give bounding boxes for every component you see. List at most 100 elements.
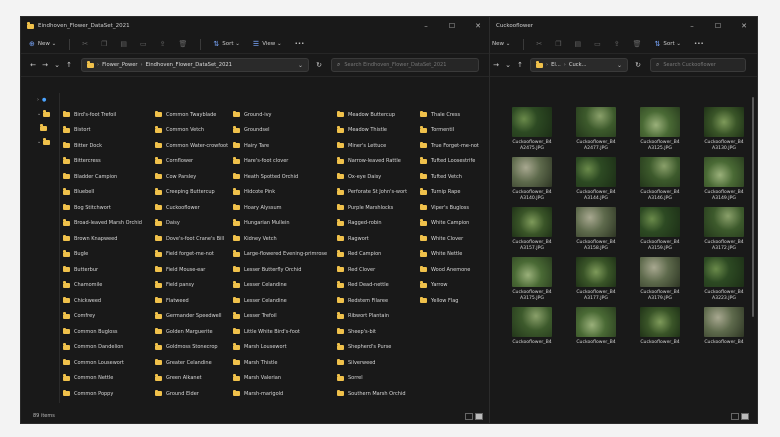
sort-button[interactable]: ⇅ Sort ⌄ — [655, 40, 682, 48]
folder-item[interactable]: Red Clover — [337, 262, 420, 278]
folder-item[interactable]: Marsh Thistle — [233, 355, 337, 371]
folder-item[interactable]: Flatweed — [155, 293, 233, 309]
folder-item[interactable]: Field Mouse-ear — [155, 262, 233, 278]
folder-item[interactable]: Bugle — [63, 247, 155, 263]
delete-button[interactable]: 🗑 — [633, 40, 642, 48]
file-thumbnail[interactable]: Cuckooflower_B4 — [694, 307, 754, 346]
folder-item[interactable]: Yellow Flag — [420, 293, 480, 309]
minimize-button[interactable]: – — [679, 22, 705, 30]
folder-item[interactable]: Dove's-foot Crane's Bill — [155, 231, 233, 247]
address-bar[interactable]: › El... › Cuck... ⌄ — [530, 58, 628, 72]
folder-item[interactable]: Thale Cress — [420, 107, 480, 123]
file-thumbnail[interactable]: Cuckooflower_B4 A3158.JPG — [566, 207, 626, 252]
folder-item[interactable]: Common Water-crowfoot — [155, 138, 233, 154]
folder-item[interactable]: Cornflower — [155, 154, 233, 170]
folder-item[interactable]: Green Alkanet — [155, 371, 233, 387]
folder-item[interactable]: Ground-ivy — [233, 107, 337, 123]
folder-item[interactable]: Viper's Bugloss — [420, 200, 480, 216]
folder-item[interactable]: Chamomile — [63, 278, 155, 294]
file-thumbnail[interactable]: Cuckooflower_B4 A2477.JPG — [566, 107, 626, 152]
search-box[interactable]: ⌕ Search Cuckooflower — [650, 58, 746, 72]
copy-button[interactable]: ❐ — [555, 40, 561, 48]
folder-item[interactable]: Bitter Dock — [63, 138, 155, 154]
folder-item[interactable]: Little White Bird's-foot — [233, 324, 337, 340]
folder-item[interactable]: Miner's Lettuce — [337, 138, 420, 154]
folder-item[interactable]: Ox-eye Daisy — [337, 169, 420, 185]
recent-dropdown[interactable]: ⌄ — [51, 61, 63, 69]
folder-item[interactable]: Marsh Lousewort — [233, 340, 337, 356]
folder-item[interactable]: Chickweed — [63, 293, 155, 309]
folder-item[interactable]: Ground Elder — [155, 386, 233, 402]
new-button[interactable]: New ⌄ — [492, 41, 510, 47]
folder-item[interactable]: Greater Celandine — [155, 355, 233, 371]
folder-item[interactable]: Golden Marguerite — [155, 324, 233, 340]
file-thumbnail[interactable]: Cuckooflower_B4 A2475.JPG — [502, 107, 562, 152]
folder-item[interactable]: Bluebell — [63, 185, 155, 201]
folder-item[interactable]: Southern Marsh Orchid — [337, 386, 420, 402]
folder-item[interactable]: Creeping Buttercup — [155, 185, 233, 201]
address-dropdown[interactable]: ⌄ — [617, 62, 622, 69]
forward-button[interactable]: → — [39, 61, 51, 69]
folder-item[interactable]: Large-flowered Evening-primrose — [233, 247, 337, 263]
file-thumbnail[interactable]: Cuckooflower_B4 A3177.JPG — [566, 257, 626, 302]
folder-item[interactable]: Shepherd's Purse — [337, 340, 420, 356]
folder-item[interactable]: Germander Speedwell — [155, 309, 233, 325]
cut-button[interactable]: ✂ — [82, 40, 88, 48]
folder-item[interactable]: Broad-leaved Marsh Orchid — [63, 216, 155, 232]
folder-item[interactable]: Red Campion — [337, 247, 420, 263]
file-thumbnail[interactable]: Cuckooflower_B4 A3159.JPG — [630, 207, 690, 252]
breadcrumb-cuckooflower[interactable]: Cuck... — [569, 62, 587, 68]
folder-item[interactable]: Turnip Rape — [420, 185, 480, 201]
folder-item[interactable]: Lesser Celandine — [233, 278, 337, 294]
folder-item[interactable]: Sheep's-bit — [337, 324, 420, 340]
file-thumbnail[interactable]: Cuckooflower_B4 A3157.JPG — [502, 207, 562, 252]
folder-item[interactable]: Hungarian Mullein — [233, 216, 337, 232]
folder-item[interactable]: Field forget-me-not — [155, 247, 233, 263]
share-button[interactable]: ⇪ — [614, 40, 620, 48]
sort-button[interactable]: ⇅ Sort ⌄ — [213, 40, 240, 48]
close-button[interactable]: ✕ — [465, 22, 491, 30]
folder-item[interactable]: White Campion — [420, 216, 480, 232]
file-thumbnail[interactable]: Cuckooflower_B4 A3144.JPG — [566, 157, 626, 202]
folder-item[interactable]: Hidcote Pink — [233, 185, 337, 201]
folder-item[interactable]: Lesser Celandine — [233, 293, 337, 309]
folder-item[interactable]: Comfrey — [63, 309, 155, 325]
copy-button[interactable]: ❐ — [101, 40, 107, 48]
folder-item[interactable]: True Forget-me-not — [420, 138, 480, 154]
folder-item[interactable]: Ribwort Plantain — [337, 309, 420, 325]
folder-item[interactable]: Goldmoss Stonecrop — [155, 340, 233, 356]
folder-item[interactable]: Tufted Loosestrife — [420, 154, 480, 170]
more-button[interactable]: ••• — [694, 41, 704, 47]
forward-button[interactable]: → — [490, 61, 502, 69]
folder-item[interactable]: Common Poppy — [63, 386, 155, 402]
folder-item[interactable]: Marsh Valerian — [233, 371, 337, 387]
folder-item[interactable]: Common Dandelion — [63, 340, 155, 356]
file-thumbnail[interactable]: Cuckooflower_B4 A3130.JPG — [694, 107, 754, 152]
tiles-view-button[interactable] — [475, 412, 483, 420]
nav-pane-item[interactable]: › ● — [35, 93, 59, 107]
nav-pane-item[interactable]: ⌄ — [35, 107, 59, 121]
breadcrumb-el[interactable]: El... — [551, 62, 561, 68]
address-dropdown[interactable]: ⌄ — [298, 62, 303, 69]
folder-item[interactable]: Common Twayblade — [155, 107, 233, 123]
file-thumbnail[interactable]: Cuckooflower_B4 A3175.JPG — [502, 257, 562, 302]
folder-item[interactable]: Tormentil — [420, 123, 480, 139]
folder-item[interactable]: Butterbur — [63, 262, 155, 278]
folder-item[interactable]: Daisy — [155, 216, 233, 232]
minimize-button[interactable]: – — [413, 22, 439, 30]
folder-item[interactable]: Ragwort — [337, 231, 420, 247]
folder-item[interactable]: Kidney Vetch — [233, 231, 337, 247]
file-thumbnail[interactable]: Cuckooflower_B4 A3179.JPG — [630, 257, 690, 302]
file-thumbnail[interactable]: Cuckooflower_B4 A3125.JPG — [630, 107, 690, 152]
refresh-button[interactable]: ↻ — [632, 61, 644, 69]
folder-item[interactable]: Meadow Thistle — [337, 123, 420, 139]
paste-button[interactable]: ▤ — [575, 40, 582, 48]
folder-item[interactable]: Bird's-foot Trefoil — [63, 107, 155, 123]
folder-item[interactable]: Yarrow — [420, 278, 480, 294]
folder-item[interactable]: White Nettle — [420, 247, 480, 263]
share-button[interactable]: ⇪ — [160, 40, 166, 48]
rename-button[interactable]: ▭ — [140, 40, 147, 48]
file-thumbnail[interactable]: Cuckooflower_B4 A3140.JPG — [502, 157, 562, 202]
folder-item[interactable]: Field pansy — [155, 278, 233, 294]
more-button[interactable]: ••• — [295, 41, 305, 47]
